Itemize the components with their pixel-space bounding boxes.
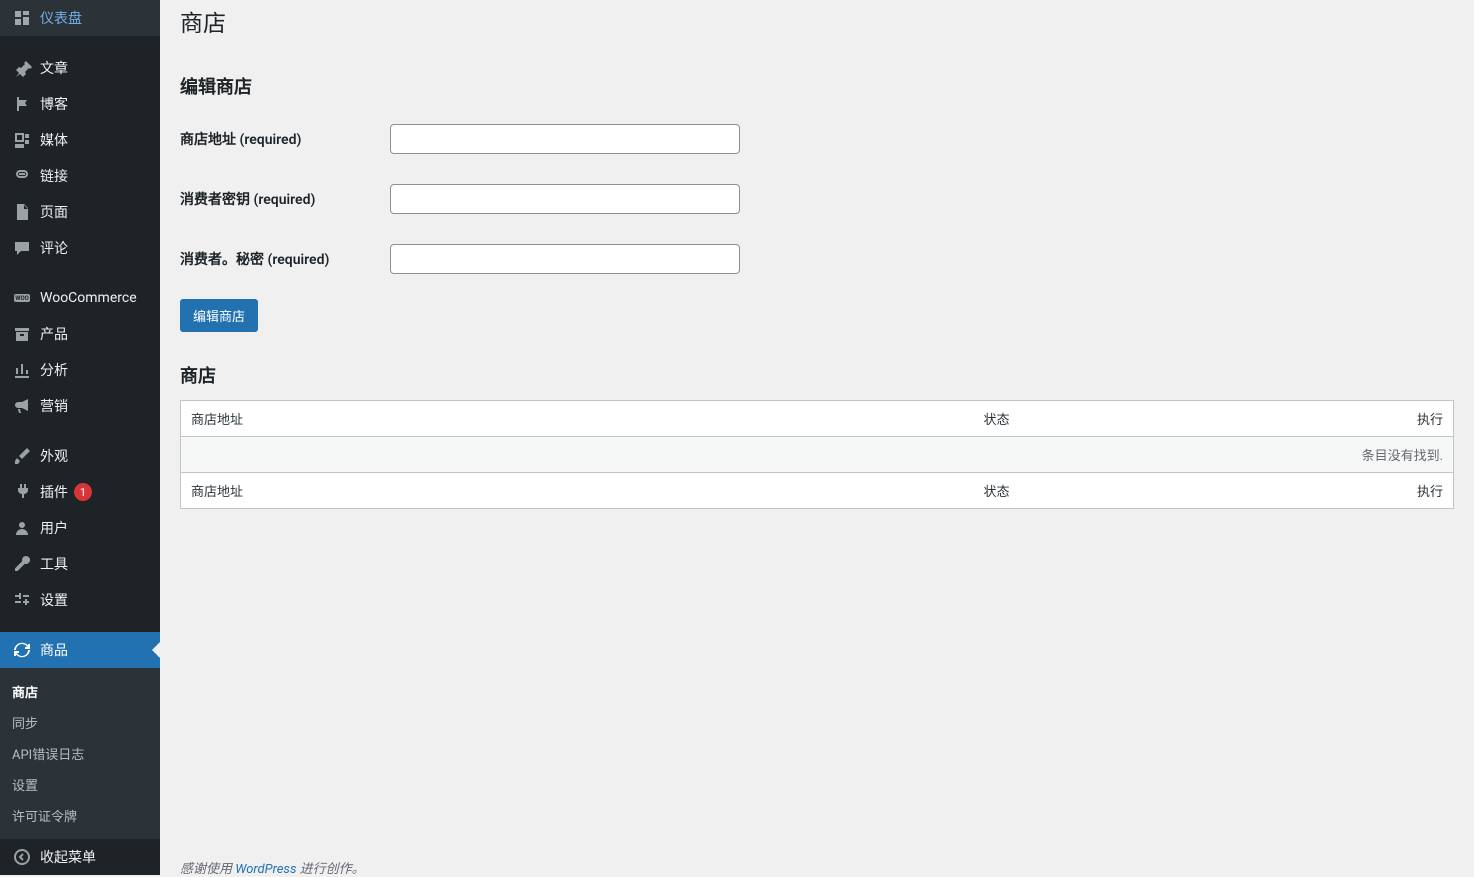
submenu-item[interactable]: 商店 (0, 676, 160, 707)
sidebar-item-comment[interactable]: 评论 (0, 230, 160, 266)
edit-store-heading: 编辑商店 (180, 73, 1454, 99)
stores-list-heading: 商店 (180, 362, 1454, 388)
store-url-input[interactable] (390, 124, 740, 154)
archive-icon (12, 324, 32, 344)
sidebar-item-link[interactable]: 链接 (0, 158, 160, 194)
submenu-item[interactable]: 同步 (0, 707, 160, 738)
sidebar-item-label: 设置 (40, 590, 68, 610)
footer-credit: 感谢使用 WordPress 进行创作。 (180, 858, 365, 877)
main-content: 商店 编辑商店 商店地址 (required) 消费者密钥 (required)… (160, 0, 1474, 875)
link-icon (12, 166, 32, 186)
collapse-label: 收起菜单 (40, 847, 96, 867)
sidebar-item-label: 文章 (40, 58, 68, 78)
sidebar-item-label: 产品 (40, 324, 68, 344)
sidebar-item-media[interactable]: 媒体 (0, 122, 160, 158)
comment-icon (12, 238, 32, 258)
sidebar-item-woo[interactable]: WooCommerce (0, 280, 160, 316)
media-icon (12, 130, 32, 150)
submit-button[interactable]: 编辑商店 (180, 299, 258, 332)
submenu-item[interactable]: API错误日志 (0, 738, 160, 769)
sidebar-item-label: 博客 (40, 94, 68, 114)
col-status-header[interactable]: 状态 (974, 400, 1374, 436)
consumer-key-label: 消费者密钥 (required) (180, 169, 380, 229)
wordpress-link[interactable]: WordPress (235, 862, 296, 877)
sidebar-item-label: 媒体 (40, 130, 68, 150)
sidebar-item-sliders[interactable]: 设置 (0, 582, 160, 618)
collapse-menu-button[interactable]: 收起菜单 (0, 839, 160, 875)
update-badge: 1 (74, 483, 92, 501)
sidebar-item-pin[interactable]: 文章 (0, 50, 160, 86)
plug-icon (12, 482, 32, 502)
refresh-icon (12, 640, 32, 660)
megaphone-icon (12, 396, 32, 416)
sidebar-item-label: 外观 (40, 446, 68, 466)
submenu-item[interactable]: 许可证令牌 (0, 800, 160, 831)
sidebar-item-flag[interactable]: 博客 (0, 86, 160, 122)
sidebar-item-label: 链接 (40, 166, 68, 186)
sidebar-item-label: 页面 (40, 202, 68, 222)
sidebar-item-label: 仪表盘 (40, 8, 82, 28)
woo-icon (12, 288, 32, 308)
col-action-header[interactable]: 执行 (1374, 400, 1454, 436)
sidebar-item-label: 营销 (40, 396, 68, 416)
sidebar-item-refresh[interactable]: 商品 (0, 632, 160, 668)
sliders-icon (12, 590, 32, 610)
col-url-footer[interactable]: 商店地址 (181, 472, 974, 508)
collapse-icon (12, 847, 32, 867)
sidebar-item-megaphone[interactable]: 营销 (0, 388, 160, 424)
pin-icon (12, 58, 32, 78)
submenu-item[interactable]: 设置 (0, 769, 160, 800)
sidebar-item-archive[interactable]: 产品 (0, 316, 160, 352)
sidebar-item-brush[interactable]: 外观 (0, 438, 160, 474)
chart-icon (12, 360, 32, 380)
page-icon (12, 202, 32, 222)
submenu: 商店同步API错误日志设置许可证令牌 (0, 668, 160, 839)
sidebar-item-chart[interactable]: 分析 (0, 352, 160, 388)
sidebar-item-label: 用户 (40, 518, 68, 538)
stores-table: 商店地址 状态 执行 条目没有找到. 商店地址 状态 执行 (180, 400, 1454, 509)
sidebar-item-label: 工具 (40, 554, 68, 574)
admin-sidebar: 仪表盘文章博客媒体链接页面评论 WooCommerce 产品分析营销外观插件 1 用户工… (0, 0, 160, 875)
consumer-key-input[interactable] (390, 184, 740, 214)
flag-icon (12, 94, 32, 114)
store-url-label: 商店地址 (required) (180, 109, 380, 169)
sidebar-item-label: 商品 (40, 640, 68, 660)
sidebar-item-plug[interactable]: 插件 1 (0, 474, 160, 510)
col-action-footer[interactable]: 执行 (1374, 472, 1454, 508)
brush-icon (12, 446, 32, 466)
page-title: 商店 (180, 0, 1454, 43)
col-url-header[interactable]: 商店地址 (181, 400, 974, 436)
sidebar-item-user[interactable]: 用户 (0, 510, 160, 546)
consumer-secret-input[interactable] (390, 244, 740, 274)
col-status-footer[interactable]: 状态 (974, 472, 1374, 508)
sidebar-item-label: WooCommerce (40, 290, 137, 306)
sidebar-item-wrench[interactable]: 工具 (0, 546, 160, 582)
no-items-message: 条目没有找到. (181, 436, 1454, 472)
edit-store-form: 商店地址 (required) 消费者密钥 (required) 消费者。秘密 … (180, 109, 1454, 289)
dashboard-icon (12, 8, 32, 28)
sidebar-item-label: 分析 (40, 360, 68, 380)
user-icon (12, 518, 32, 538)
sidebar-item-label: 评论 (40, 238, 68, 258)
consumer-secret-label: 消费者。秘密 (required) (180, 229, 380, 289)
wrench-icon (12, 554, 32, 574)
sidebar-item-dashboard[interactable]: 仪表盘 (0, 0, 160, 36)
sidebar-item-page[interactable]: 页面 (0, 194, 160, 230)
sidebar-item-label: 插件 (40, 482, 68, 502)
